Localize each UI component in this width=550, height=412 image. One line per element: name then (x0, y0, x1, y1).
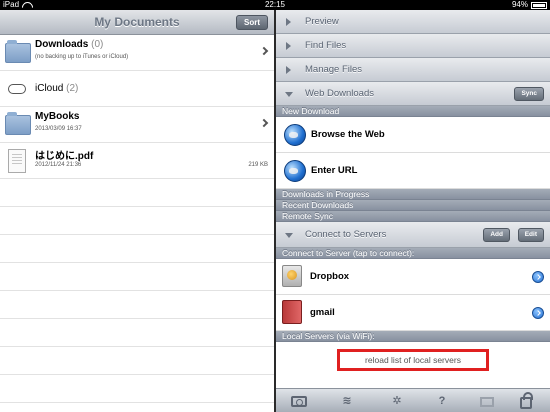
empty-row (0, 207, 274, 235)
file-name: MyBooks (35, 111, 80, 122)
enter-url-row[interactable]: Enter URL (276, 153, 550, 189)
browse-web-row[interactable]: Browse the Web (276, 117, 550, 153)
battery-percent: 94% (511, 0, 528, 9)
lock-icon[interactable] (520, 392, 533, 409)
empty-row (0, 179, 274, 207)
enter-url-label: Enter URL (311, 165, 358, 176)
dropbox-icon (282, 265, 302, 287)
empty-row (0, 291, 274, 319)
section-connect-servers[interactable]: Connect to Servers Add Edit (276, 222, 550, 248)
server-name: Dropbox (310, 271, 350, 282)
camera-icon[interactable] (291, 396, 307, 407)
disclosure-triangle-icon (286, 42, 291, 50)
empty-row (0, 263, 274, 291)
server-details-button[interactable] (532, 271, 544, 283)
cloud-icon (8, 84, 26, 94)
section-label: Find Files (305, 40, 347, 51)
list-item-icloud[interactable]: iCloud (2) (0, 71, 274, 107)
local-servers-header: Local Servers (via WiFi): (276, 331, 550, 342)
empty-row (0, 319, 274, 347)
status-bar: iPad 22:15 94% (0, 0, 550, 10)
bottom-toolbar: ≋ ✲ ? (276, 388, 550, 412)
new-download-header: New Download (276, 106, 550, 117)
list-item-downloads[interactable]: Downloads (0) (no backing up to iTunes o… (0, 35, 274, 71)
page-title: My Documents (94, 15, 180, 29)
recent-downloads-header[interactable]: Recent Downloads (276, 200, 550, 211)
folder-icon (5, 40, 31, 63)
file-date: 2012/11/24 21:36 (35, 162, 82, 168)
chevron-right-icon (259, 118, 269, 128)
reload-label: reload list of local servers (365, 355, 461, 365)
edit-servers-button[interactable]: Edit (517, 228, 544, 242)
list-item-pdf[interactable]: はじめに.pdf 2012/11/24 21:36 219 KB (0, 143, 274, 179)
file-note: (no backing up to iTunes or iCloud) (35, 54, 129, 60)
empty-row (0, 347, 274, 375)
documents-header: My Documents Sort (0, 10, 274, 35)
wifi-icon[interactable]: ≋ (339, 394, 355, 408)
item-count: (2) (66, 83, 79, 94)
section-manage-files[interactable]: Manage Files (276, 58, 550, 82)
empty-row (0, 403, 274, 412)
disclosure-triangle-icon (285, 92, 293, 97)
gmail-icon (282, 300, 302, 324)
section-label: Connect to Servers (305, 229, 387, 240)
clock: 22:15 (264, 0, 286, 9)
file-date: 2013/03/09 16:37 (35, 126, 82, 132)
file-name: Downloads (35, 39, 89, 50)
browse-web-label: Browse the Web (311, 129, 385, 140)
disclosure-triangle-icon (285, 233, 293, 238)
section-preview[interactable]: Preview (276, 10, 550, 34)
item-count: (0) (91, 39, 104, 50)
server-details-button[interactable] (532, 307, 544, 319)
sync-button[interactable]: Sync (514, 87, 544, 101)
chevron-right-icon (259, 46, 269, 56)
gear-icon[interactable]: ✲ (390, 394, 404, 408)
section-find-files[interactable]: Find Files (276, 34, 550, 58)
help-icon[interactable]: ? (436, 394, 448, 408)
pdf-file-icon (8, 149, 26, 173)
section-web-downloads[interactable]: Web Downloads Sync (276, 82, 550, 106)
section-label: Web Downloads (305, 88, 375, 99)
sort-button[interactable]: Sort (236, 15, 268, 30)
disclosure-triangle-icon (286, 18, 291, 26)
connect-to-server-header: Connect to Server (tap to connect): (276, 248, 550, 259)
server-row-dropbox[interactable]: Dropbox (276, 259, 550, 295)
empty-row (0, 375, 274, 403)
globe-icon (284, 160, 306, 182)
section-label: Manage Files (305, 64, 363, 75)
documents-pane: My Documents Sort Downloads (0) (no back… (0, 10, 274, 412)
disclosure-triangle-icon (286, 66, 291, 74)
downloads-in-progress-header[interactable]: Downloads in Progress (276, 189, 550, 200)
file-size: 219 KB (248, 162, 268, 168)
section-label: Preview (305, 16, 339, 27)
server-name: gmail (310, 307, 335, 318)
file-name: はじめに.pdf (35, 151, 94, 162)
file-name: iCloud (35, 83, 64, 94)
remote-sync-header[interactable]: Remote Sync (276, 211, 550, 222)
battery-icon (531, 1, 547, 9)
server-row-gmail[interactable]: gmail (276, 295, 550, 331)
add-server-button[interactable]: Add (483, 228, 510, 242)
list-item-mybooks[interactable]: MyBooks 2013/03/09 16:37 (0, 107, 274, 143)
folder-icon (5, 112, 31, 135)
globe-icon (284, 124, 306, 146)
reload-local-servers-button[interactable]: reload list of local servers (337, 349, 489, 371)
screen-icon[interactable] (480, 397, 494, 407)
empty-row (0, 235, 274, 263)
